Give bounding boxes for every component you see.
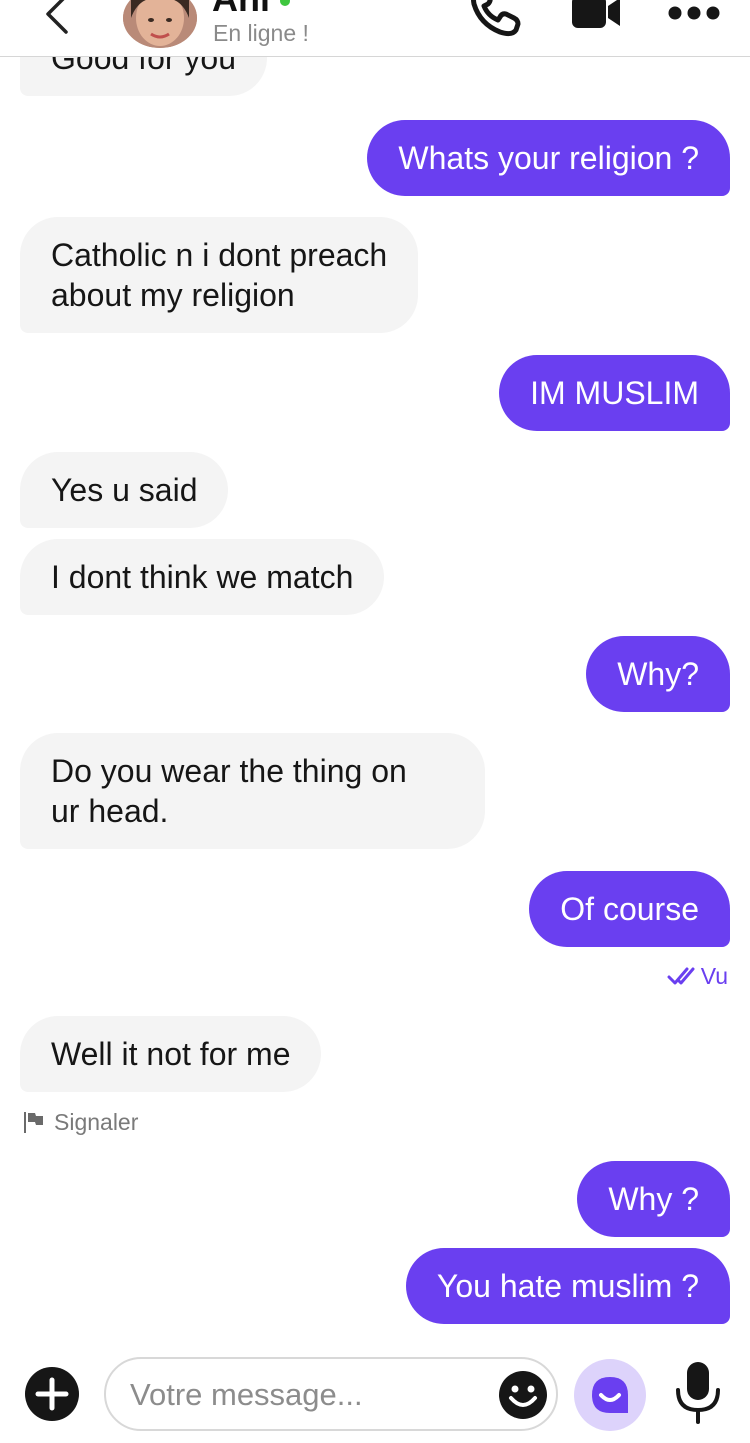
message-text: Why ? [608, 1181, 699, 1217]
message-text: Why? [617, 656, 699, 692]
add-attachment-button[interactable] [25, 1367, 79, 1421]
message-incoming: Catholic n i dont preach about my religio… [20, 217, 419, 333]
chat-header: Ani En ligne ! [0, 0, 750, 57]
report-button[interactable]: Signaler [22, 1108, 138, 1136]
avatar-photo [123, 0, 197, 48]
message-text: Whats your religion ? [398, 140, 699, 176]
message-text: I dont think we match [51, 559, 354, 595]
message-incoming: Do you wear the thing on ur head. [20, 733, 485, 849]
message-text: Yes u said [51, 472, 198, 508]
report-label: Signaler [54, 1108, 139, 1135]
chevron-left-icon [46, 0, 68, 34]
microphone-icon [676, 1362, 720, 1424]
message-text: about my religion [51, 277, 295, 313]
message-text: Well it not for me [51, 1036, 291, 1072]
phone-icon [471, 0, 521, 37]
online-indicator [280, 0, 290, 6]
message-outgoing: You hate muslim ? [405, 1248, 730, 1324]
message-input[interactable] [130, 1371, 490, 1419]
message-text: Do you wear the thing on [51, 753, 407, 789]
video-call-button[interactable] [570, 0, 622, 30]
back-button[interactable] [38, 0, 78, 40]
more-options-button[interactable] [668, 4, 720, 22]
message-composer [104, 1357, 558, 1431]
message-text: IM MUSLIM [530, 375, 699, 411]
message-incoming: Well it not for me [20, 1016, 322, 1092]
message-text: Of course [560, 891, 699, 927]
online-status: En ligne ! [213, 20, 309, 46]
double-check-icon [667, 967, 695, 985]
read-receipt: Vu [667, 962, 728, 990]
voice-message-button[interactable] [672, 1360, 724, 1426]
message-outgoing: Of course [529, 871, 730, 947]
video-icon [572, 0, 620, 28]
message-outgoing: Whats your religion ? [367, 120, 730, 196]
flag-icon [24, 1112, 43, 1133]
message-text: Catholic n i dont preach [51, 237, 388, 273]
call-button[interactable] [470, 0, 526, 38]
message-text: ur head. [51, 793, 169, 829]
more-icon [668, 6, 720, 20]
message-outgoing: IM MUSLIM [499, 355, 730, 431]
message-outgoing: Why ? [577, 1161, 730, 1237]
seen-label: Vu [700, 962, 728, 989]
message-text: You hate muslim ? [436, 1268, 699, 1304]
sticker-button[interactable] [574, 1359, 646, 1431]
contact-name[interactable]: Ani [212, 0, 270, 20]
plus-icon [35, 1377, 69, 1411]
message-outgoing: Why? [586, 636, 730, 712]
avatar[interactable] [123, 0, 197, 48]
emoji-button[interactable] [498, 1370, 548, 1420]
emoji-icon [499, 1371, 547, 1419]
sticker-icon [592, 1377, 628, 1413]
message-incoming: Yes u said [20, 452, 229, 528]
message-incoming: I dont think we match [20, 539, 385, 615]
